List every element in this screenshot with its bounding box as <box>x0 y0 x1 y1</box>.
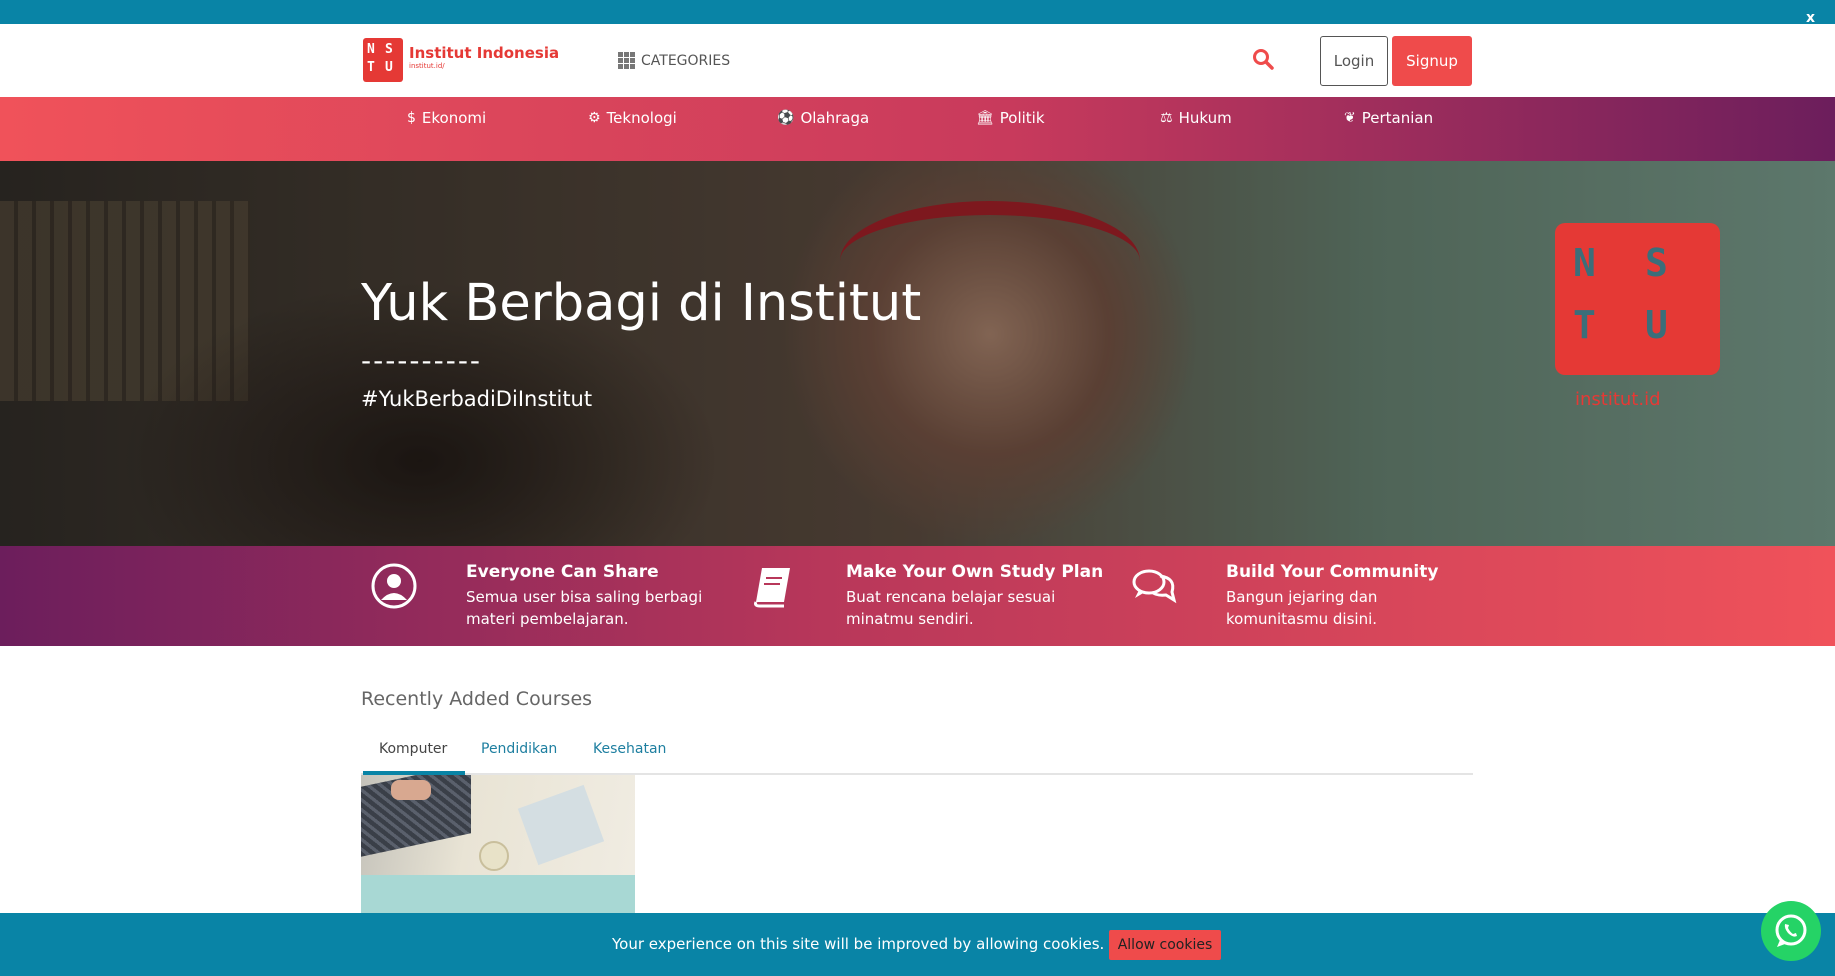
category-olahraga[interactable]: ⚽ Olahraga <box>777 109 869 127</box>
search-icon[interactable] <box>1252 48 1274 70</box>
whatsapp-icon <box>1775 914 1807 947</box>
category-teknologi[interactable]: ⚙ Teknologi <box>588 109 677 127</box>
dollar-icon: $ <box>407 110 416 126</box>
tab-pendidikan[interactable]: Pendidikan <box>481 741 557 770</box>
category-nav: $ Ekonomi ⚙ Teknologi ⚽ Olahraga 🏛 Polit… <box>0 97 1835 161</box>
hero-banner: N S T U institut.id Yuk Berbagi di Insti… <box>0 161 1835 546</box>
features-strip: Everyone Can Share Semua user bisa salin… <box>0 546 1835 646</box>
signup-button[interactable]: Signup <box>1392 36 1472 86</box>
hero-divider: ---------- <box>361 344 483 377</box>
close-icon[interactable]: x <box>1806 11 1815 25</box>
comments-icon <box>1132 569 1177 604</box>
login-button[interactable]: Login <box>1320 36 1388 86</box>
hero-logo-subtitle: institut.id <box>1575 389 1661 410</box>
logo-name: Institut Indonesia <box>409 44 560 62</box>
categories-label: CATEGORIES <box>641 52 731 69</box>
categories-menu[interactable]: CATEGORIES <box>618 52 730 69</box>
category-pertanian[interactable]: ❦ Pertanian <box>1344 109 1433 127</box>
category-label: Olahraga <box>800 109 870 127</box>
category-label: Ekonomi <box>421 109 487 127</box>
cookie-message: Your experience on this site will be imp… <box>612 935 1105 953</box>
course-card-thumbnail[interactable] <box>361 775 635 915</box>
hero-title: Yuk Berbagi di Institut <box>361 274 922 333</box>
category-ekonomi[interactable]: $ Ekonomi <box>407 109 486 127</box>
tab-kesehatan[interactable]: Kesehatan <box>593 741 666 770</box>
landmark-icon: 🏛 <box>976 110 994 126</box>
category-politik[interactable]: 🏛 Politik <box>976 109 1045 127</box>
category-label: Teknologi <box>606 109 677 127</box>
ball-icon: ⚽ <box>777 110 795 126</box>
scale-icon: ⚖ <box>1160 110 1173 126</box>
book-icon <box>754 568 790 608</box>
course-tabs: Komputer Pendidikan Kesehatan <box>361 735 1473 775</box>
cookie-banner: Your experience on this site will be imp… <box>0 913 1835 976</box>
logo-subtitle: institut.id/ <box>409 62 445 70</box>
leaf-icon: ❦ <box>1344 110 1356 126</box>
tab-komputer[interactable]: Komputer <box>379 741 447 770</box>
category-label: Pertanian <box>1361 109 1434 127</box>
category-label: Hukum <box>1178 109 1232 127</box>
allow-cookies-button[interactable]: Allow cookies <box>1109 930 1221 960</box>
feature-desc: Buat rencana belajar sesuai minatmu send… <box>846 588 1056 628</box>
whatsapp-button[interactable] <box>1761 901 1821 961</box>
site-header: N S T U Institut Indonesia institut.id/ … <box>0 24 1835 97</box>
user-circle-icon <box>371 563 417 609</box>
hero-hashtag: #YukBerbadiDiInstitut <box>361 387 593 411</box>
feature-desc: Semua user bisa saling berbagi materi pe… <box>466 588 703 628</box>
site-logo[interactable]: N S T U Institut Indonesia institut.id/ <box>363 38 559 82</box>
recent-courses-title: Recently Added Courses <box>361 688 593 710</box>
grid-icon <box>618 52 635 69</box>
feature-desc: Bangun jejaring dan komunitasmu disini. <box>1226 588 1378 628</box>
category-hukum[interactable]: ⚖ Hukum <box>1160 109 1232 127</box>
gears-icon: ⚙ <box>588 110 601 126</box>
feature-title: Build Your Community <box>1226 562 1439 582</box>
feature-title: Make Your Own Study Plan <box>846 562 1104 582</box>
logo-mark-icon: N S T U <box>363 38 403 82</box>
top-announcement-bar: x <box>0 0 1835 25</box>
category-label: Politik <box>999 109 1045 127</box>
hero-logo-watermark: N S T U <box>1555 223 1720 375</box>
feature-title: Everyone Can Share <box>466 562 659 582</box>
